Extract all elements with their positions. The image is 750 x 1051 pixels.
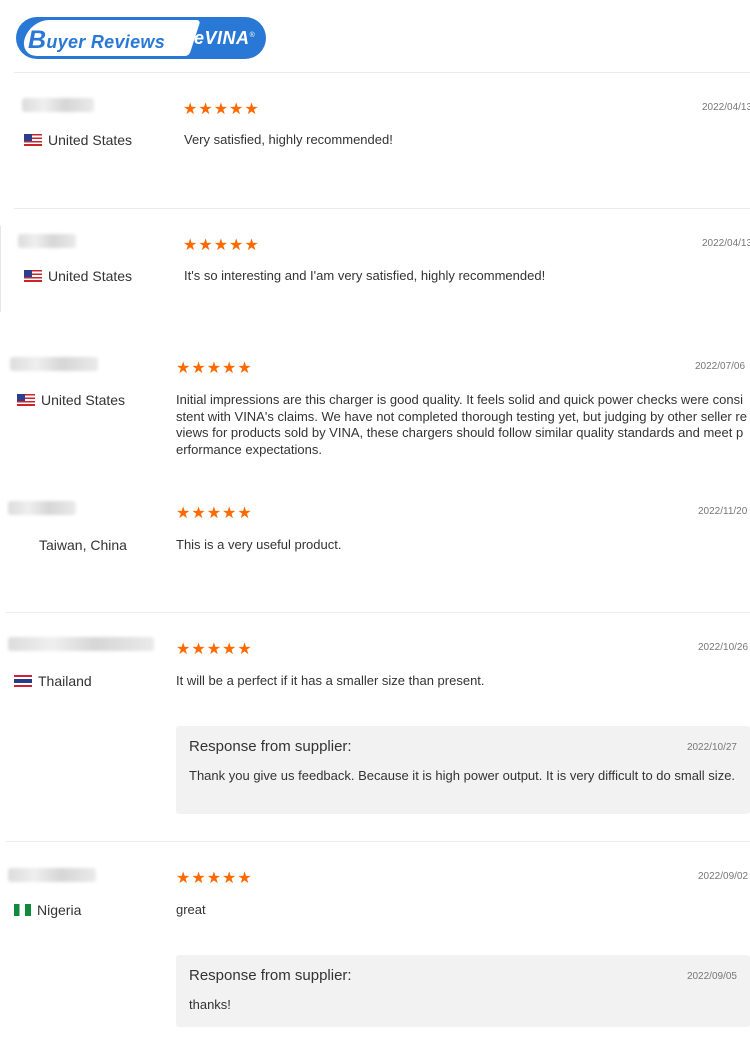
flag-us-icon	[17, 394, 35, 406]
divider	[0, 226, 1, 312]
flag-thailand-icon	[14, 675, 32, 687]
buyer-reviews-banner: Buyer Reviews eVINA®	[16, 17, 266, 59]
review-date: 2022/09/02	[698, 871, 749, 882]
review-text: great	[176, 902, 206, 917]
reviewer-country: Taiwan, China	[39, 537, 127, 553]
rating-stars: ★★★★★	[176, 641, 253, 658]
review-date: 2022/07/06	[695, 361, 746, 372]
rating-stars: ★★★★★	[183, 101, 260, 118]
reviewer-country: Nigeria	[14, 902, 81, 918]
divider	[14, 208, 750, 209]
reviewer-name-blurred	[18, 234, 76, 248]
rating-stars: ★★★★★	[176, 870, 253, 887]
reviewer-country: United States	[17, 392, 125, 408]
reviewer-name-blurred	[8, 637, 154, 651]
response-date: 2022/09/05	[686, 971, 737, 982]
reviewer-name-blurred	[8, 868, 96, 882]
rating-stars: ★★★★★	[176, 505, 253, 522]
rating-stars: ★★★★★	[183, 237, 260, 254]
response-text: thanks!	[189, 997, 231, 1012]
reviewer-name-blurred	[10, 357, 98, 371]
reviewer-country: United States	[24, 268, 132, 284]
divider	[14, 72, 750, 73]
flag-nigeria-icon	[14, 904, 31, 916]
banner-title: Buyer Reviews	[28, 26, 166, 54]
response-date: 2022/10/27	[686, 742, 737, 753]
flag-us-icon	[24, 134, 42, 146]
rating-stars: ★★★★★	[176, 360, 253, 377]
supplier-response: Response from supplier: 2022/10/27 Thank…	[176, 726, 750, 814]
vina-logo: eVINA®	[194, 28, 256, 48]
response-title: Response from supplier:	[189, 967, 352, 984]
review-text: This is a very useful product.	[176, 537, 342, 552]
review-date: 2022/04/13	[702, 238, 750, 249]
response-text: Thank you give us feedback. Because it i…	[189, 768, 736, 783]
reviewer-name-blurred	[8, 501, 76, 515]
review-text: It will be a perfect if it has a smaller…	[176, 673, 485, 688]
review-date: 2022/11/20	[698, 506, 748, 517]
reviewer-country: Thailand	[14, 673, 92, 689]
review-text: Initial impressions are this charger is …	[176, 392, 747, 457]
divider	[6, 841, 750, 842]
reviewer-name-blurred	[22, 98, 94, 112]
divider	[6, 612, 750, 613]
flag-us-icon	[24, 270, 42, 282]
reviewer-country: United States	[24, 132, 132, 148]
review-date: 2022/04/13	[702, 102, 750, 113]
review-text: It's so interesting and I'am very satisf…	[184, 268, 546, 283]
response-title: Response from supplier:	[189, 738, 352, 755]
review-date: 2022/10/26	[698, 642, 749, 653]
supplier-response: Response from supplier: 2022/09/05 thank…	[176, 955, 750, 1027]
review-text: Very satisfied, highly recommended!	[184, 132, 393, 147]
